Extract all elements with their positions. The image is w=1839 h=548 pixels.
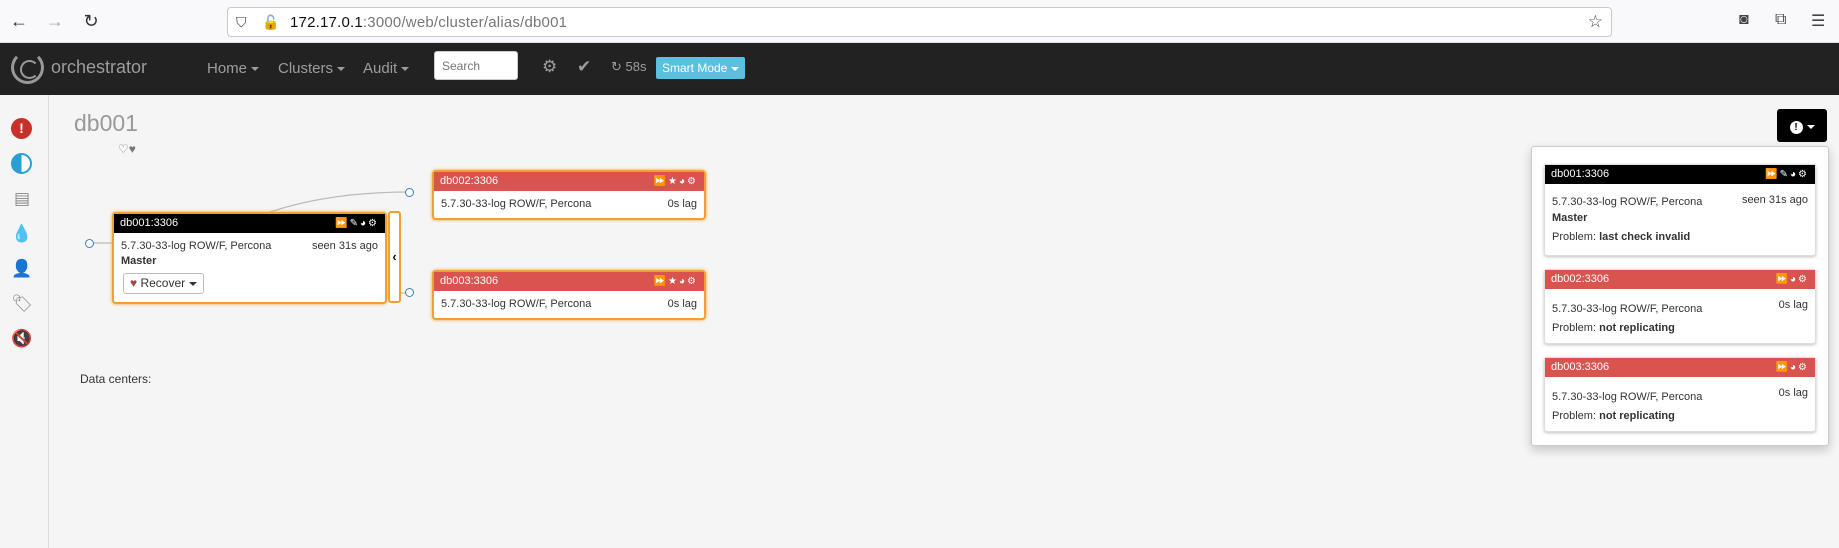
node-header[interactable]: db001:3306 ⏩✎◕⚙	[1545, 165, 1815, 184]
heart-icon: ♥	[130, 276, 138, 290]
node-lag: 0s lag	[1778, 299, 1808, 311]
connector-dot[interactable]	[405, 188, 414, 197]
problem-text: not replicating	[1599, 322, 1675, 334]
node-action-icons[interactable]: ⏩◕⚙	[1776, 358, 1809, 377]
replica-node-db003[interactable]: db003:3306 ⏩★◕⚙ 5.7.30-33-log ROW/F, Per…	[432, 270, 706, 320]
collapse-replicas-button[interactable]: ‹	[388, 211, 401, 303]
problem-label: Problem:	[1552, 322, 1597, 334]
node-action-icons[interactable]: ⏩★◕⚙	[654, 172, 698, 191]
node-body: 5.7.30-33-log ROW/F, Percona seen 31s ag…	[114, 233, 385, 302]
node-version: 5.7.30-33-log ROW/F, Percona	[1552, 303, 1703, 315]
problem-card-db001[interactable]: db001:3306 ⏩✎◕⚙ 5.7.30-33-log ROW/F, Per…	[1544, 164, 1816, 256]
replica-node-db002[interactable]: db002:3306 ⏩★◕⚙ 5.7.30-33-log ROW/F, Per…	[432, 170, 706, 220]
datacenters-label: Data centers:	[80, 372, 152, 386]
node-header[interactable]: db001:3306 ⏩✎◕⚙	[114, 214, 385, 233]
node-version: 5.7.30-33-log ROW/F, Percona	[1552, 391, 1703, 403]
node-version: 5.7.30-33-log ROW/F, Percona	[121, 240, 272, 252]
replica-link-line-1	[269, 191, 411, 213]
node-lag: 0s lag	[1778, 387, 1808, 399]
node-lag: 0s lag	[667, 198, 697, 210]
node-action-icons[interactable]: ⏩✎◕⚙	[335, 214, 379, 233]
node-body: 5.7.30-33-log ROW/F, Percona seen 31s ag…	[1545, 184, 1815, 256]
problem-line: Problem: not replicating	[1552, 410, 1675, 422]
node-version: 5.7.30-33-log ROW/F, Percona	[441, 198, 592, 210]
problem-line: Problem: not replicating	[1552, 322, 1675, 334]
recover-button[interactable]: ♥ Recover	[123, 273, 205, 294]
node-header[interactable]: db002:3306 ⏩★◕⚙	[434, 172, 704, 191]
node-version: 5.7.30-33-log ROW/F, Percona	[441, 298, 592, 310]
problems-dropdown-button[interactable]: !	[1777, 109, 1827, 142]
node-name: db001:3306	[1551, 168, 1610, 180]
node-action-icons[interactable]: ⏩◕⚙	[1776, 270, 1809, 289]
problem-label: Problem:	[1552, 410, 1597, 422]
node-body: 5.7.30-33-log ROW/F, Percona 0s lag Prob…	[1545, 377, 1815, 432]
node-seen: seen 31s ago	[1741, 194, 1808, 206]
problems-panel: db001:3306 ⏩✎◕⚙ 5.7.30-33-log ROW/F, Per…	[1531, 146, 1829, 446]
node-role: Master	[121, 255, 157, 267]
node-seen: seen 31s ago	[311, 240, 378, 252]
problem-line: Problem: last check invalid	[1552, 231, 1690, 243]
recover-label: Recover	[140, 276, 186, 290]
node-role: Master	[1552, 212, 1588, 224]
caret-down-icon	[189, 281, 198, 286]
caret-down-icon	[1806, 124, 1815, 129]
node-header[interactable]: db003:3306 ⏩◕⚙	[1545, 358, 1815, 377]
problem-label: Problem:	[1552, 231, 1597, 243]
connector-dot[interactable]	[405, 288, 414, 297]
node-header[interactable]: db003:3306 ⏩★◕⚙	[434, 272, 704, 291]
node-version: 5.7.30-33-log ROW/F, Percona	[1552, 196, 1703, 208]
node-header[interactable]: db002:3306 ⏩◕⚙	[1545, 270, 1815, 289]
node-body: 5.7.30-33-log ROW/F, Percona 0s lag Prob…	[1545, 289, 1815, 344]
node-body: 5.7.30-33-log ROW/F, Percona 0s lag	[434, 191, 704, 218]
problem-text: not replicating	[1599, 410, 1675, 422]
problem-card-db003[interactable]: db003:3306 ⏩◕⚙ 5.7.30-33-log ROW/F, Perc…	[1544, 357, 1816, 432]
chevron-left-icon: ‹	[392, 249, 397, 264]
node-lag: 0s lag	[667, 298, 697, 310]
exclamation-icon: !	[1789, 121, 1803, 134]
master-node[interactable]: db001:3306 ⏩✎◕⚙ 5.7.30-33-log ROW/F, Per…	[112, 212, 387, 304]
node-action-icons[interactable]: ⏩★◕⚙	[654, 272, 698, 291]
node-name: db003:3306	[440, 275, 499, 287]
connector-dot[interactable]	[85, 239, 94, 248]
node-action-icons[interactable]: ⏩✎◕⚙	[1765, 165, 1809, 184]
problem-text: last check invalid	[1599, 231, 1691, 243]
node-body: 5.7.30-33-log ROW/F, Percona 0s lag	[434, 291, 704, 318]
node-name: db002:3306	[1551, 273, 1610, 285]
node-name: db003:3306	[1551, 361, 1610, 373]
node-name: db001:3306	[120, 217, 179, 229]
problem-card-db002[interactable]: db002:3306 ⏩◕⚙ 5.7.30-33-log ROW/F, Perc…	[1544, 269, 1816, 344]
node-name: db002:3306	[440, 175, 499, 187]
